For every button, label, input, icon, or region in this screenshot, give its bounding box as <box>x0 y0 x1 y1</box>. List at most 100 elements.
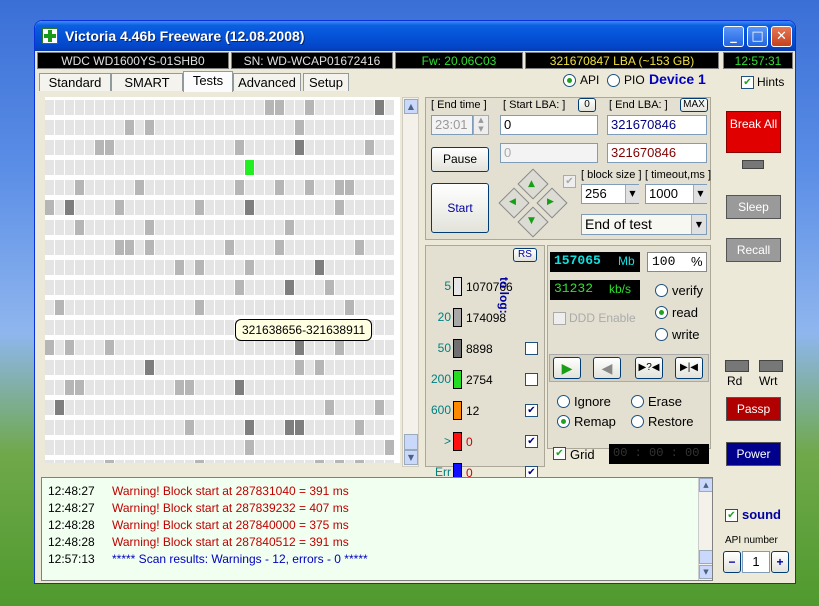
verify-radio[interactable] <box>655 284 668 297</box>
scroll-thumb[interactable] <box>404 434 418 450</box>
block-cell <box>325 420 334 435</box>
block-map[interactable] <box>45 97 400 463</box>
tab-standard[interactable]: Standard <box>39 73 111 91</box>
remap-radio[interactable] <box>557 415 570 428</box>
block-cell <box>325 300 334 315</box>
block-cell <box>215 380 224 395</box>
random-seek-button[interactable]: ▶?◀ <box>635 357 663 379</box>
ddd-checkbox[interactable] <box>553 312 566 325</box>
hints-checkbox[interactable]: ✔ <box>741 76 754 89</box>
block-cell <box>45 400 54 415</box>
end-lba-max-button[interactable]: MAX <box>680 98 708 112</box>
log-scroll-down-icon[interactable]: ▼ <box>699 565 712 579</box>
scroll-up-icon[interactable]: ▲ <box>404 99 418 114</box>
block-cell <box>345 200 354 215</box>
end-time-spinner[interactable]: ▲ ▼ <box>473 115 489 135</box>
block-cell <box>255 260 264 275</box>
grid-checkbox[interactable]: ✔ <box>553 447 566 460</box>
end-action-dropdown-icon[interactable]: ▼ <box>691 215 706 234</box>
tab-setup[interactable]: Setup <box>303 73 349 91</box>
end-time-input[interactable]: 23:01 <box>431 115 473 135</box>
log-scroll-thumb[interactable] <box>699 550 712 564</box>
block-cell <box>185 420 194 435</box>
block-cell <box>85 460 94 463</box>
end-action-select[interactable]: End of test <box>581 214 707 235</box>
block-cell <box>175 120 184 135</box>
play-backward-button[interactable]: ◀ <box>593 357 621 379</box>
block-cell <box>245 360 254 375</box>
api-number-input[interactable]: 1 <box>742 551 770 573</box>
to-log-checkbox[interactable]: ✔ <box>525 404 538 417</box>
pio-radio[interactable] <box>607 74 620 87</box>
api-minus-button[interactable]: − <box>723 551 741 573</box>
tab-smart[interactable]: SMART <box>111 73 183 91</box>
block-cell <box>325 440 334 455</box>
log-panel[interactable]: ▲ ▼ 12:48:27 Warning! Block start at 2878… <box>41 477 713 581</box>
block-cell <box>85 260 94 275</box>
block-cell <box>95 340 104 355</box>
stat-label: > <box>443 434 451 448</box>
start-lba-input[interactable]: 0 <box>500 115 598 135</box>
sound-checkbox[interactable]: ✔ <box>725 509 738 522</box>
block-cell <box>155 220 164 235</box>
reset-stats-button[interactable]: RS <box>513 248 537 262</box>
log-scrollbar[interactable]: ▲ ▼ <box>698 478 712 580</box>
dpad-checkbox[interactable]: ✔ <box>563 175 576 188</box>
block-size-dropdown-icon[interactable]: ▼ <box>625 185 639 203</box>
end-lba-input[interactable]: 321670846 <box>607 115 707 135</box>
tab-tests[interactable]: Tests <box>183 71 233 92</box>
start-lba-zero-button[interactable]: 0 <box>578 98 596 112</box>
butterfly-button[interactable]: ▶|◀ <box>675 357 703 379</box>
block-cell <box>215 260 224 275</box>
scroll-down-icon[interactable]: ▼ <box>404 450 418 465</box>
block-cell <box>365 140 374 155</box>
api-radio[interactable] <box>563 74 576 87</box>
sleep-button[interactable]: Sleep <box>726 195 781 219</box>
to-log-checkbox[interactable]: ✔ <box>525 435 538 448</box>
block-cell <box>135 400 144 415</box>
block-cell <box>55 180 64 195</box>
block-cell <box>385 200 394 215</box>
power-button[interactable]: Power <box>726 442 781 466</box>
block-cell <box>95 400 104 415</box>
block-cell <box>295 200 304 215</box>
block-cell <box>135 280 144 295</box>
minimize-button[interactable]: _ <box>723 26 744 47</box>
read-radio[interactable] <box>655 306 668 319</box>
block-cell <box>205 380 214 395</box>
stat-label: 20 <box>437 310 451 324</box>
recall-button[interactable]: Recall <box>726 238 781 262</box>
write-radio[interactable] <box>655 328 668 341</box>
block-cell <box>295 380 304 395</box>
block-cell <box>55 160 64 175</box>
block-cell <box>125 160 134 175</box>
to-log-checkbox[interactable] <box>525 342 538 355</box>
ignore-radio[interactable] <box>557 395 570 408</box>
to-log-checkbox[interactable] <box>525 373 538 386</box>
block-cell <box>215 220 224 235</box>
direction-pad[interactable]: ▲ ◀ ▶ ▼ <box>498 168 568 238</box>
play-forward-button[interactable]: ▶ <box>553 357 581 379</box>
maximize-button[interactable]: □ <box>747 26 768 47</box>
tab-advanced[interactable]: Advanced <box>233 73 301 91</box>
passp-button[interactable]: Passp <box>726 397 781 421</box>
title-bar[interactable]: Victoria 4.46b Freeware (12.08.2008) _ □… <box>35 21 795 51</box>
block-cell <box>275 340 284 355</box>
block-cell <box>135 160 144 175</box>
block-cell <box>205 400 214 415</box>
block-cell <box>335 220 344 235</box>
block-cell <box>345 220 354 235</box>
log-scroll-up-icon[interactable]: ▲ <box>699 478 712 492</box>
timeout-dropdown-icon[interactable]: ▼ <box>693 185 707 203</box>
break-all-button[interactable]: Break All <box>726 111 781 153</box>
start-button[interactable]: Start <box>431 183 489 233</box>
end-lba-label: [ End LBA: ] <box>609 99 668 111</box>
close-button[interactable]: ✕ <box>771 26 792 47</box>
pause-button[interactable]: Pause <box>431 147 489 172</box>
erase-radio[interactable] <box>631 395 644 408</box>
api-plus-button[interactable]: + <box>771 551 789 573</box>
block-cell <box>155 460 164 463</box>
verify-label: verify <box>672 283 704 298</box>
grid-scrollbar[interactable]: ▲ ▼ <box>402 97 419 467</box>
restore-radio[interactable] <box>631 415 644 428</box>
